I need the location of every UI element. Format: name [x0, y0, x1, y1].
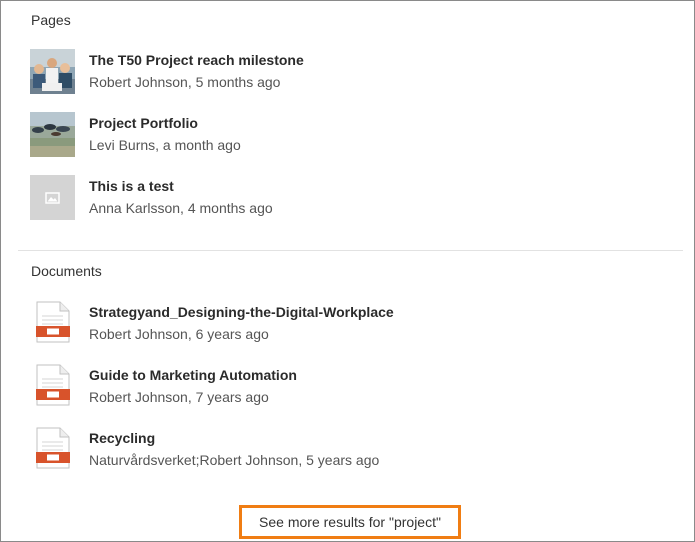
document-result-meta: Robert Johnson, 7 years ago: [89, 389, 269, 405]
see-more-results-link[interactable]: See more results for "project": [239, 505, 461, 539]
team-photo-thumbnail: [30, 49, 75, 94]
page-result-meta: Levi Burns, a month ago: [89, 137, 241, 153]
powerpoint-file-icon: [36, 301, 70, 343]
page-result-title[interactable]: This is a test: [89, 178, 174, 194]
page-result-title[interactable]: The T50 Project reach milestone: [89, 52, 304, 68]
documents-section-heading: Documents: [31, 263, 102, 279]
page-result-item[interactable]: Project Portfolio Levi Burns, a month ag…: [30, 112, 670, 158]
document-result-item[interactable]: Recycling Naturvårdsverket;Robert Johnso…: [30, 427, 670, 473]
document-result-meta: Naturvårdsverket;Robert Johnson, 5 years…: [89, 452, 380, 468]
document-result-item[interactable]: Guide to Marketing Automation Robert Joh…: [30, 364, 670, 410]
document-result-title[interactable]: Recycling: [89, 430, 155, 446]
pages-section-heading: Pages: [31, 12, 71, 28]
document-result-meta: Robert Johnson, 6 years ago: [89, 326, 269, 342]
powerpoint-file-icon: [36, 427, 70, 469]
page-result-meta: Anna Karlsson, 4 months ago: [89, 200, 273, 216]
page-result-meta: Robert Johnson, 5 months ago: [89, 74, 281, 90]
page-result-item[interactable]: This is a test Anna Karlsson, 4 months a…: [30, 175, 670, 221]
document-result-title[interactable]: Strategyand_Designing-the-Digital-Workpl…: [89, 304, 394, 320]
search-results-panel: Pages The T50 Project reach milestone Ro…: [0, 0, 695, 542]
powerpoint-file-icon: [36, 364, 70, 406]
skydivers-photo-thumbnail: [30, 112, 75, 157]
document-result-item[interactable]: Strategyand_Designing-the-Digital-Workpl…: [30, 301, 670, 347]
image-placeholder-icon: [30, 175, 75, 220]
section-divider: [18, 250, 683, 251]
document-result-title[interactable]: Guide to Marketing Automation: [89, 367, 297, 383]
page-result-item[interactable]: The T50 Project reach milestone Robert J…: [30, 49, 670, 95]
page-result-title[interactable]: Project Portfolio: [89, 115, 198, 131]
